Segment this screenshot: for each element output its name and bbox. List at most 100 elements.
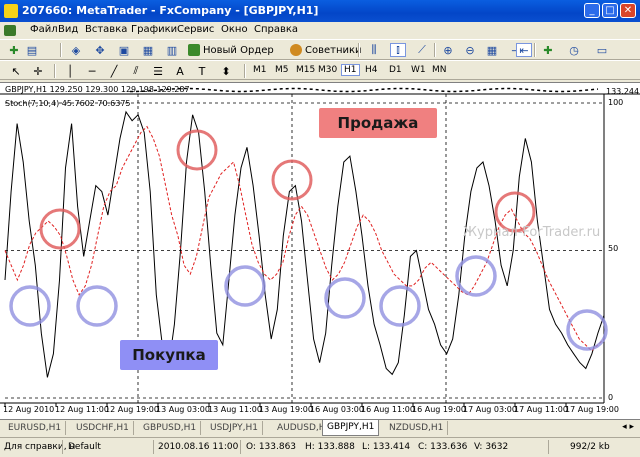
templates-icon[interactable]: ▭ <box>594 43 610 57</box>
tab-nzdusd[interactable]: NZDUSD,H1 <box>385 421 449 435</box>
timeframe-h4[interactable]: H4 <box>365 65 378 75</box>
time-label: 13 Aug 03:00 <box>156 405 210 414</box>
time-label: 17 Aug 19:00 <box>565 405 619 414</box>
tab-gbpjpy[interactable]: GBPJPY,H1 <box>322 420 380 436</box>
time-label: 16 Aug 03:00 <box>310 405 364 414</box>
buy-signal-circle <box>455 255 497 297</box>
timeframe-mn[interactable]: MN <box>432 65 447 75</box>
vertical-line-icon[interactable]: │ <box>62 64 78 78</box>
tab-usdjpy[interactable]: USDJPY,H1 <box>206 421 263 435</box>
tab-scroll-arrows[interactable]: ◂ ▸ <box>622 422 634 432</box>
sell-label: Продажа <box>319 108 437 138</box>
document-icon[interactable] <box>4 25 16 36</box>
minimize-button[interactable]: _ <box>584 3 600 18</box>
buy-signal-circle <box>324 277 366 319</box>
new-chart-icon[interactable]: ✚ <box>6 43 22 57</box>
status-datetime: 2010.08.16 11:00 <box>158 442 239 452</box>
timeframe-m15[interactable]: M15 <box>296 65 315 75</box>
chart-area[interactable]: GBPJPY,H1 129.250 129.300 129.198 129.28… <box>0 82 640 420</box>
expert-advisors-icon <box>290 44 302 56</box>
chart-shift-icon[interactable]: ⇤ <box>516 43 532 57</box>
time-label: 17 Aug 11:00 <box>514 405 568 414</box>
status-close: C: 133.636 <box>418 442 468 452</box>
terminal-icon[interactable]: ▣ <box>116 43 132 57</box>
tab-usdchf[interactable]: USDCHF,H1 <box>72 421 134 435</box>
new-order-icon <box>188 44 200 56</box>
zoom-out-icon[interactable]: ⊖ <box>462 43 478 57</box>
zoom-in-icon[interactable]: ⊕ <box>440 43 456 57</box>
navigator-icon[interactable]: ✥ <box>92 43 108 57</box>
level-0-label: 0 <box>608 393 614 402</box>
time-label: 17 Aug 03:00 <box>463 405 517 414</box>
standard-toolbar: ✚ ▤ ◈ ✥ ▣ ▦ ▥ Новый Ордер Советники ⫼ ⫾ … <box>0 39 640 60</box>
level-100-label: 100 <box>608 98 624 107</box>
price-label: 133.244 <box>606 87 640 96</box>
menu-tools[interactable]: Сервис <box>177 24 214 35</box>
cursor-icon[interactable]: ↖ <box>8 64 24 78</box>
status-help: Для справки, н <box>4 442 76 452</box>
buy-signal-circle <box>9 285 51 327</box>
expert-advisors-button[interactable]: Советники <box>290 43 362 57</box>
status-low: L: 133.414 <box>362 442 411 452</box>
menu-file[interactable]: Файл <box>30 24 58 35</box>
candlestick-icon[interactable]: ⫾ <box>390 43 406 57</box>
fibonacci-icon[interactable]: ☰ <box>150 64 166 78</box>
status-open: O: 133.863 <box>246 442 297 452</box>
bar-chart-icon[interactable]: ⫼ <box>366 43 382 57</box>
menu-help[interactable]: Справка <box>254 24 298 35</box>
crosshair-icon[interactable]: ✛ <box>30 64 46 78</box>
new-order-button[interactable]: Новый Ордер <box>188 43 274 57</box>
buy-signal-circle <box>76 285 118 327</box>
time-label: 13 Aug 11:00 <box>208 405 262 414</box>
sell-signal-circle <box>39 208 81 250</box>
timeframe-w1[interactable]: W1 <box>411 65 426 75</box>
app-icon <box>4 4 18 18</box>
price-trace <box>130 87 599 93</box>
channel-icon[interactable]: ⫽ <box>128 64 144 78</box>
text-label-icon[interactable]: T <box>194 64 210 78</box>
timeframe-m1[interactable]: M1 <box>253 65 267 75</box>
trendline-icon[interactable]: ╱ <box>106 64 122 78</box>
time-label: 12 Aug 11:00 <box>55 405 109 414</box>
time-label: 16 Aug 11:00 <box>361 405 415 414</box>
buy-signal-circle <box>379 285 421 327</box>
tab-gbpusd[interactable]: GBPUSD,H1 <box>139 421 202 435</box>
arrows-icon[interactable]: ⬍ <box>218 64 234 78</box>
timeframe-m30[interactable]: M30 <box>318 65 337 75</box>
chart-tabs: EURUSD,H1 USDCHF,H1 GBPUSD,H1 USDJPY,H1 … <box>0 419 640 437</box>
tab-eurusd[interactable]: EURUSD,H1 <box>4 421 67 435</box>
title-bar: 207660: MetaTrader - FxCompany - [GBPJPY… <box>0 0 640 22</box>
drawing-toolbar: ↖ ✛ │ ─ ╱ ⫽ ☰ A T ⬍ M1 M5 M15 M30 H1 H4 … <box>0 60 640 80</box>
buy-signal-circle <box>566 309 608 351</box>
close-button[interactable]: ✕ <box>620 3 636 18</box>
timeframe-m5[interactable]: M5 <box>275 65 289 75</box>
horizontal-line-icon[interactable]: ─ <box>84 64 100 78</box>
timeframe-d1[interactable]: D1 <box>389 65 402 75</box>
text-icon[interactable]: A <box>172 64 188 78</box>
expert-advisors-label: Советники <box>305 44 362 56</box>
buy-signal-circle <box>224 265 266 307</box>
timeframe-h1[interactable]: H1 <box>341 64 360 76</box>
menu-charts[interactable]: Графики <box>131 24 177 35</box>
indicators-icon[interactable]: ✚ <box>540 43 556 57</box>
time-label: 12 Aug 19:00 <box>105 405 159 414</box>
profiles-icon[interactable]: ▤ <box>24 43 40 57</box>
tile-windows-icon[interactable]: ▦ <box>484 43 500 57</box>
status-volume: V: 3632 <box>474 442 509 452</box>
new-order-label: Новый Ордер <box>203 44 274 56</box>
menu-view[interactable]: Вид <box>58 24 78 35</box>
history-icon[interactable]: ▥ <box>164 43 180 57</box>
line-chart-icon[interactable]: ⟋ <box>414 43 430 57</box>
watermark: Журнал-ForTrader.ru <box>463 225 601 240</box>
sell-signal-circle <box>176 129 218 171</box>
strategy-tester-icon[interactable]: ▦ <box>140 43 156 57</box>
periods-icon[interactable]: ◷ <box>566 43 582 57</box>
indicator-label: Stoch(7,10,4) 45.7602 70.6375 <box>5 99 131 108</box>
menu-window[interactable]: Окно <box>221 24 248 35</box>
status-high: H: 133.888 <box>305 442 355 452</box>
time-label: 16 Aug 19:00 <box>412 405 466 414</box>
maximize-button[interactable]: □ <box>602 3 618 18</box>
market-watch-icon[interactable]: ◈ <box>68 43 84 57</box>
menu-insert[interactable]: Вставка <box>85 24 127 35</box>
time-label: 13 Aug 19:00 <box>259 405 313 414</box>
